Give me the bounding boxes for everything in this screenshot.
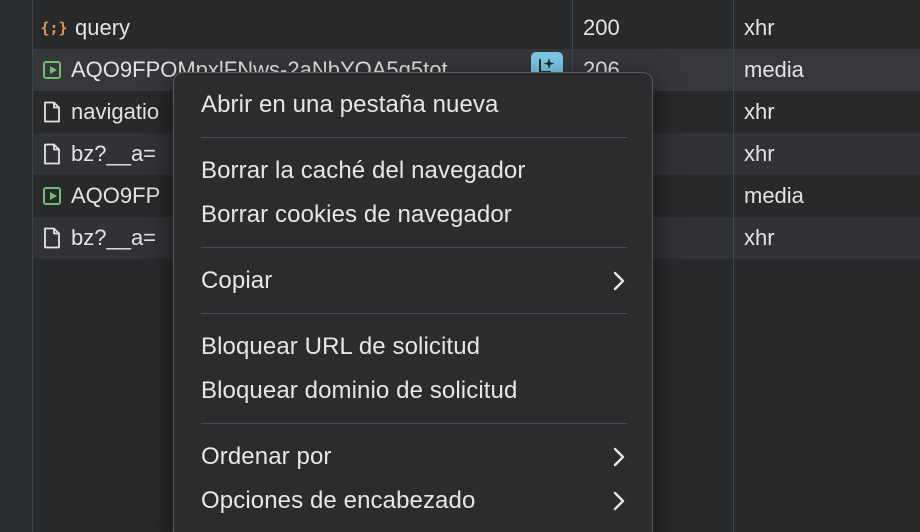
chevron-right-icon xyxy=(613,447,625,467)
menu-item-label: Bloquear URL de solicitud xyxy=(201,333,481,360)
menu-item-block-domain[interactable]: Bloquear dominio de solicitud xyxy=(174,371,652,411)
menu-item-block-url[interactable]: Bloquear URL de solicitud xyxy=(174,327,652,367)
menu-item-label: Abrir en una pestaña nueva xyxy=(201,91,499,118)
menu-separator xyxy=(201,137,627,138)
menu-separator xyxy=(201,247,627,248)
menu-item-clear-cookies[interactable]: Borrar cookies de navegador xyxy=(174,195,652,235)
request-name: bz?__a= xyxy=(71,141,157,166)
menu-item-label: Opciones de encabezado xyxy=(201,487,476,514)
request-type: xhr xyxy=(744,141,775,166)
menu-item-header-options[interactable]: Opciones de encabezado xyxy=(174,481,652,521)
request-type: media xyxy=(744,57,804,82)
column-divider[interactable] xyxy=(733,0,734,532)
menu-item-clear-cache[interactable]: Borrar la caché del navegador xyxy=(174,151,652,191)
menu-item-sort-by[interactable]: Ordenar por xyxy=(174,437,652,477)
menu-separator xyxy=(201,313,627,314)
request-type: xhr xyxy=(744,15,775,40)
document-icon xyxy=(44,227,60,249)
document-icon xyxy=(44,143,60,165)
request-status: 200 xyxy=(583,15,620,40)
brace-icon: {;} xyxy=(40,19,68,37)
menu-item-open-new-tab[interactable]: Abrir en una pestaña nueva xyxy=(174,85,652,125)
document-icon xyxy=(44,101,60,123)
media-icon xyxy=(43,187,61,205)
menu-item-label: Borrar la caché del navegador xyxy=(201,157,526,184)
chevron-right-icon xyxy=(613,491,625,511)
left-gutter xyxy=(0,0,33,532)
menu-item-label: Ordenar por xyxy=(201,443,332,470)
table-row[interactable]: {;} query 200 xhr xyxy=(33,7,920,49)
devtools-network-panel: {;} query 200 xhr AQO9FPOMpxlFNws-2aNbYO… xyxy=(0,0,920,532)
request-name: query xyxy=(75,15,131,40)
menu-item-label: Copiar xyxy=(201,267,273,294)
context-menu: Abrir en una pestaña nueva Borrar la cac… xyxy=(173,72,653,532)
menu-item-copy[interactable]: Copiar xyxy=(174,261,652,301)
menu-item-label: Bloquear dominio de solicitud xyxy=(201,377,518,404)
request-type: xhr xyxy=(744,99,775,124)
request-type: media xyxy=(744,183,804,208)
request-name-cell: {;} query xyxy=(33,7,572,49)
request-type: xhr xyxy=(744,225,775,250)
request-name: bz?__a= xyxy=(71,225,157,250)
menu-item-label: Borrar cookies de navegador xyxy=(201,201,512,228)
menu-separator xyxy=(201,423,627,424)
chevron-right-icon xyxy=(613,271,625,291)
media-icon xyxy=(43,61,61,79)
request-name: navigatio xyxy=(71,99,160,124)
request-name: AQO9FP xyxy=(71,183,161,208)
